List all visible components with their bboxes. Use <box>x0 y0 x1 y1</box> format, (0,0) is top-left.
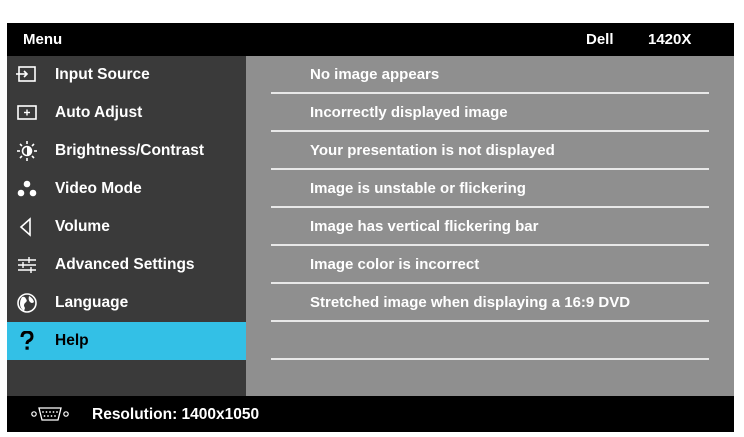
vga-connector-icon <box>31 406 69 422</box>
help-topic-label: Incorrectly displayed image <box>310 104 508 121</box>
help-topic-item[interactable]: Image is unstable or flickering <box>271 170 709 208</box>
brand-name: Dell <box>586 31 614 48</box>
help-topic-item[interactable]: Image color is incorrect <box>271 246 709 284</box>
sidebar-item-help[interactable]: Help <box>7 322 246 360</box>
help-topic-label: Stretched image when displaying a 16:9 D… <box>310 294 631 311</box>
help-topic-item[interactable]: Incorrectly displayed image <box>271 94 709 132</box>
menu-title: Menu <box>23 31 63 48</box>
help-topic-item[interactable]: Stretched image when displaying a 16:9 D… <box>271 284 709 322</box>
help-topic-label: Image has vertical flickering bar <box>310 218 539 235</box>
sidebar-item-video-mode[interactable]: Video Mode <box>7 170 246 208</box>
sidebar-item-auto-adjust[interactable]: Auto Adjust <box>7 94 246 132</box>
globe-icon <box>16 293 38 313</box>
help-topic-label: Image is unstable or flickering <box>310 180 526 197</box>
help-topic-label: Image color is incorrect <box>310 256 480 273</box>
status-bar: Resolution: 1400x1050 <box>7 396 734 432</box>
help-topic-label: Your presentation is not displayed <box>310 142 555 159</box>
sidebar-item-advanced-settings[interactable]: Advanced Settings <box>7 246 246 284</box>
menu-sidebar: Input Source Auto Adjust Brightness/Cont… <box>7 56 246 396</box>
help-topic-label: No image appears <box>310 66 440 83</box>
video-mode-icon <box>16 179 38 199</box>
brightness-icon <box>16 141 38 161</box>
sidebar-item-label: Brightness/Contrast <box>55 142 204 159</box>
advanced-settings-icon <box>16 255 38 275</box>
model-name: 1420X <box>648 31 692 48</box>
sidebar-item-label: Advanced Settings <box>55 256 195 273</box>
help-topics-panel: No image appears Incorrectly displayed i… <box>246 56 734 398</box>
help-topic-item <box>271 360 709 398</box>
help-topic-item[interactable]: No image appears <box>271 56 709 94</box>
sidebar-item-label: Video Mode <box>55 180 142 197</box>
sidebar-item-label: Input Source <box>55 66 150 83</box>
sidebar-item-label: Help <box>55 332 89 349</box>
input-source-icon <box>16 65 38 85</box>
sidebar-item-volume[interactable]: Volume <box>7 208 246 246</box>
sidebar-item-label: Language <box>55 294 129 311</box>
auto-adjust-icon <box>16 103 38 123</box>
help-topic-item[interactable]: Your presentation is not displayed <box>271 132 709 170</box>
resolution-readout: Resolution: 1400x1050 <box>92 406 260 423</box>
help-topic-item[interactable] <box>271 322 709 360</box>
sidebar-item-brightness-contrast[interactable]: Brightness/Contrast <box>7 132 246 170</box>
menu-header: Menu Dell 1420X <box>7 23 734 56</box>
volume-icon <box>16 217 38 237</box>
projector-osd-menu: Menu Dell 1420X Input Source Auto Adjust… <box>7 23 734 432</box>
sidebar-item-label: Volume <box>55 218 110 235</box>
help-topic-item[interactable]: Image has vertical flickering bar <box>271 208 709 246</box>
sidebar-item-language[interactable]: Language <box>7 284 246 322</box>
sidebar-item-input-source[interactable]: Input Source <box>7 56 246 94</box>
help-icon <box>16 330 38 351</box>
sidebar-item-label: Auto Adjust <box>55 104 143 121</box>
